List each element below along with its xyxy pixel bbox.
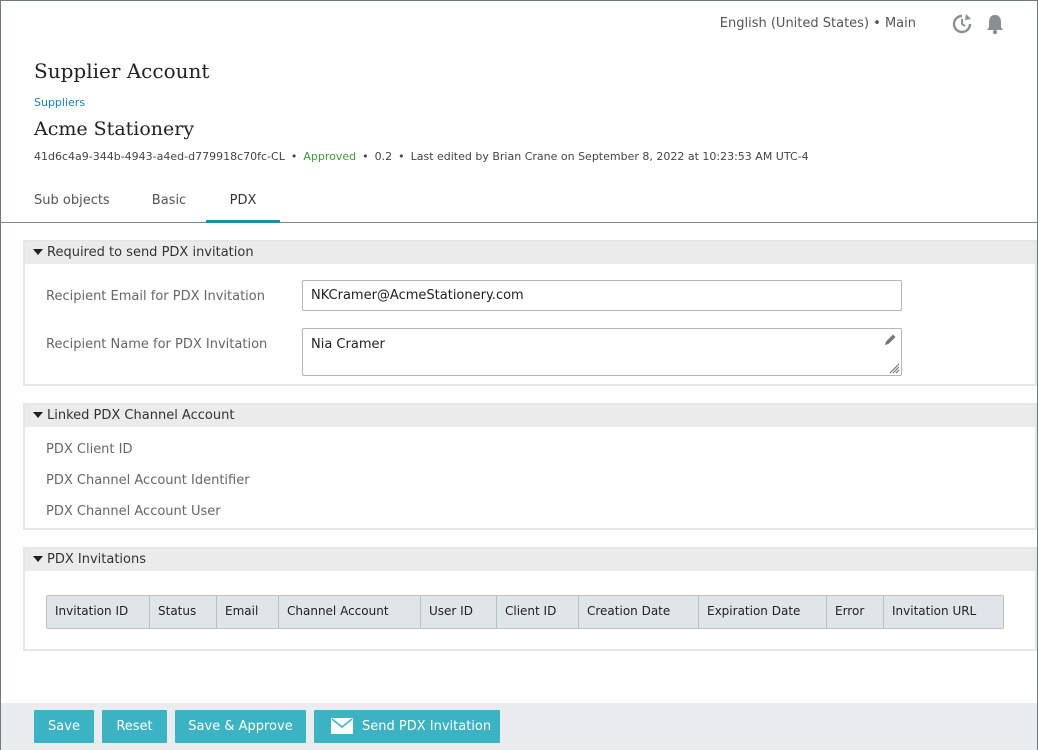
section-pdx-invitations: PDX Invitations Invitation ID Status Ema… <box>23 547 1037 651</box>
last-edited: Last edited by Brian Crane on September … <box>410 150 809 163</box>
section-title: Linked PDX Channel Account <box>47 408 235 423</box>
column-header[interactable]: Invitation URL <box>884 596 1003 628</box>
section-linked-channel: Linked PDX Channel Account PDX Client ID… <box>23 403 1037 530</box>
footer-toolbar: Save Reset Save & Approve Send PDX Invit… <box>1 703 1037 750</box>
section-header-linked[interactable]: Linked PDX Channel Account <box>25 405 1035 427</box>
version-number: 0.2 <box>374 150 393 163</box>
column-header[interactable]: Client ID <box>497 596 579 628</box>
tab-bar: Sub objects Basic PDX <box>1 183 1037 223</box>
recipient-email-label: Recipient Email for PDX Invitation <box>46 289 265 304</box>
section-title: PDX Invitations <box>47 552 147 567</box>
breadcrumb-suppliers[interactable]: Suppliers <box>34 96 85 109</box>
bell-icon[interactable] <box>984 13 1006 35</box>
page-title: Supplier Account <box>34 59 210 83</box>
column-header[interactable]: Email <box>217 596 279 628</box>
recipient-name-textarea[interactable]: Nia Cramer <box>302 328 902 376</box>
tab-sub-objects[interactable]: Sub objects <box>34 183 110 223</box>
recipient-name-label: Recipient Name for PDX Invitation <box>46 337 268 352</box>
section-required-pdx: Required to send PDX invitation Recipien… <box>23 240 1037 386</box>
section-header-required[interactable]: Required to send PDX invitation <box>25 242 1035 264</box>
column-header[interactable]: Channel Account <box>279 596 421 628</box>
invitations-table-header: Invitation ID Status Email Channel Accou… <box>46 595 1004 629</box>
column-header[interactable]: Creation Date <box>579 596 699 628</box>
pencil-icon[interactable] <box>883 333 897 347</box>
caret-down-icon <box>33 248 43 255</box>
record-title: Acme Stationery <box>34 118 195 140</box>
recipient-email-input[interactable]: NKCramer@AcmeStationery.com <box>302 280 902 311</box>
column-header[interactable]: Expiration Date <box>699 596 827 628</box>
column-header[interactable]: User ID <box>421 596 497 628</box>
caret-down-icon <box>33 555 43 562</box>
mail-icon <box>331 718 353 734</box>
section-title: Required to send PDX invitation <box>47 245 254 260</box>
pdx-client-id-label: PDX Client ID <box>46 442 133 457</box>
tab-basic[interactable]: Basic <box>151 183 187 223</box>
pdx-channel-user-label: PDX Channel Account User <box>46 504 221 519</box>
section-header-invitations[interactable]: PDX Invitations <box>25 549 1035 571</box>
save-approve-button[interactable]: Save & Approve <box>175 710 306 743</box>
send-pdx-invitation-button[interactable]: Send PDX Invitation <box>314 710 500 743</box>
refresh-icon[interactable] <box>951 13 973 35</box>
caret-down-icon <box>33 411 43 418</box>
recipient-name-value: Nia Cramer <box>311 337 385 352</box>
save-button[interactable]: Save <box>34 710 94 743</box>
send-pdx-invitation-label: Send PDX Invitation <box>362 719 492 734</box>
column-header[interactable]: Error <box>827 596 884 628</box>
app-window: English (United States) • Main Supplier … <box>0 0 1038 750</box>
column-header[interactable]: Invitation ID <box>47 596 150 628</box>
record-meta: 41d6c4a9-344b-4943-a4ed-d779918c70fc-CL •… <box>34 150 809 163</box>
status-badge: Approved <box>303 150 357 163</box>
pdx-channel-identifier-label: PDX Channel Account Identifier <box>46 473 250 488</box>
resize-handle-icon[interactable] <box>888 362 900 374</box>
locale-selector[interactable]: English (United States) • Main <box>720 16 916 31</box>
column-header[interactable]: Status <box>150 596 217 628</box>
reset-button[interactable]: Reset <box>102 710 167 743</box>
record-id: 41d6c4a9-344b-4943-a4ed-d779918c70fc-CL <box>34 150 285 163</box>
tab-pdx[interactable]: PDX <box>206 183 280 223</box>
